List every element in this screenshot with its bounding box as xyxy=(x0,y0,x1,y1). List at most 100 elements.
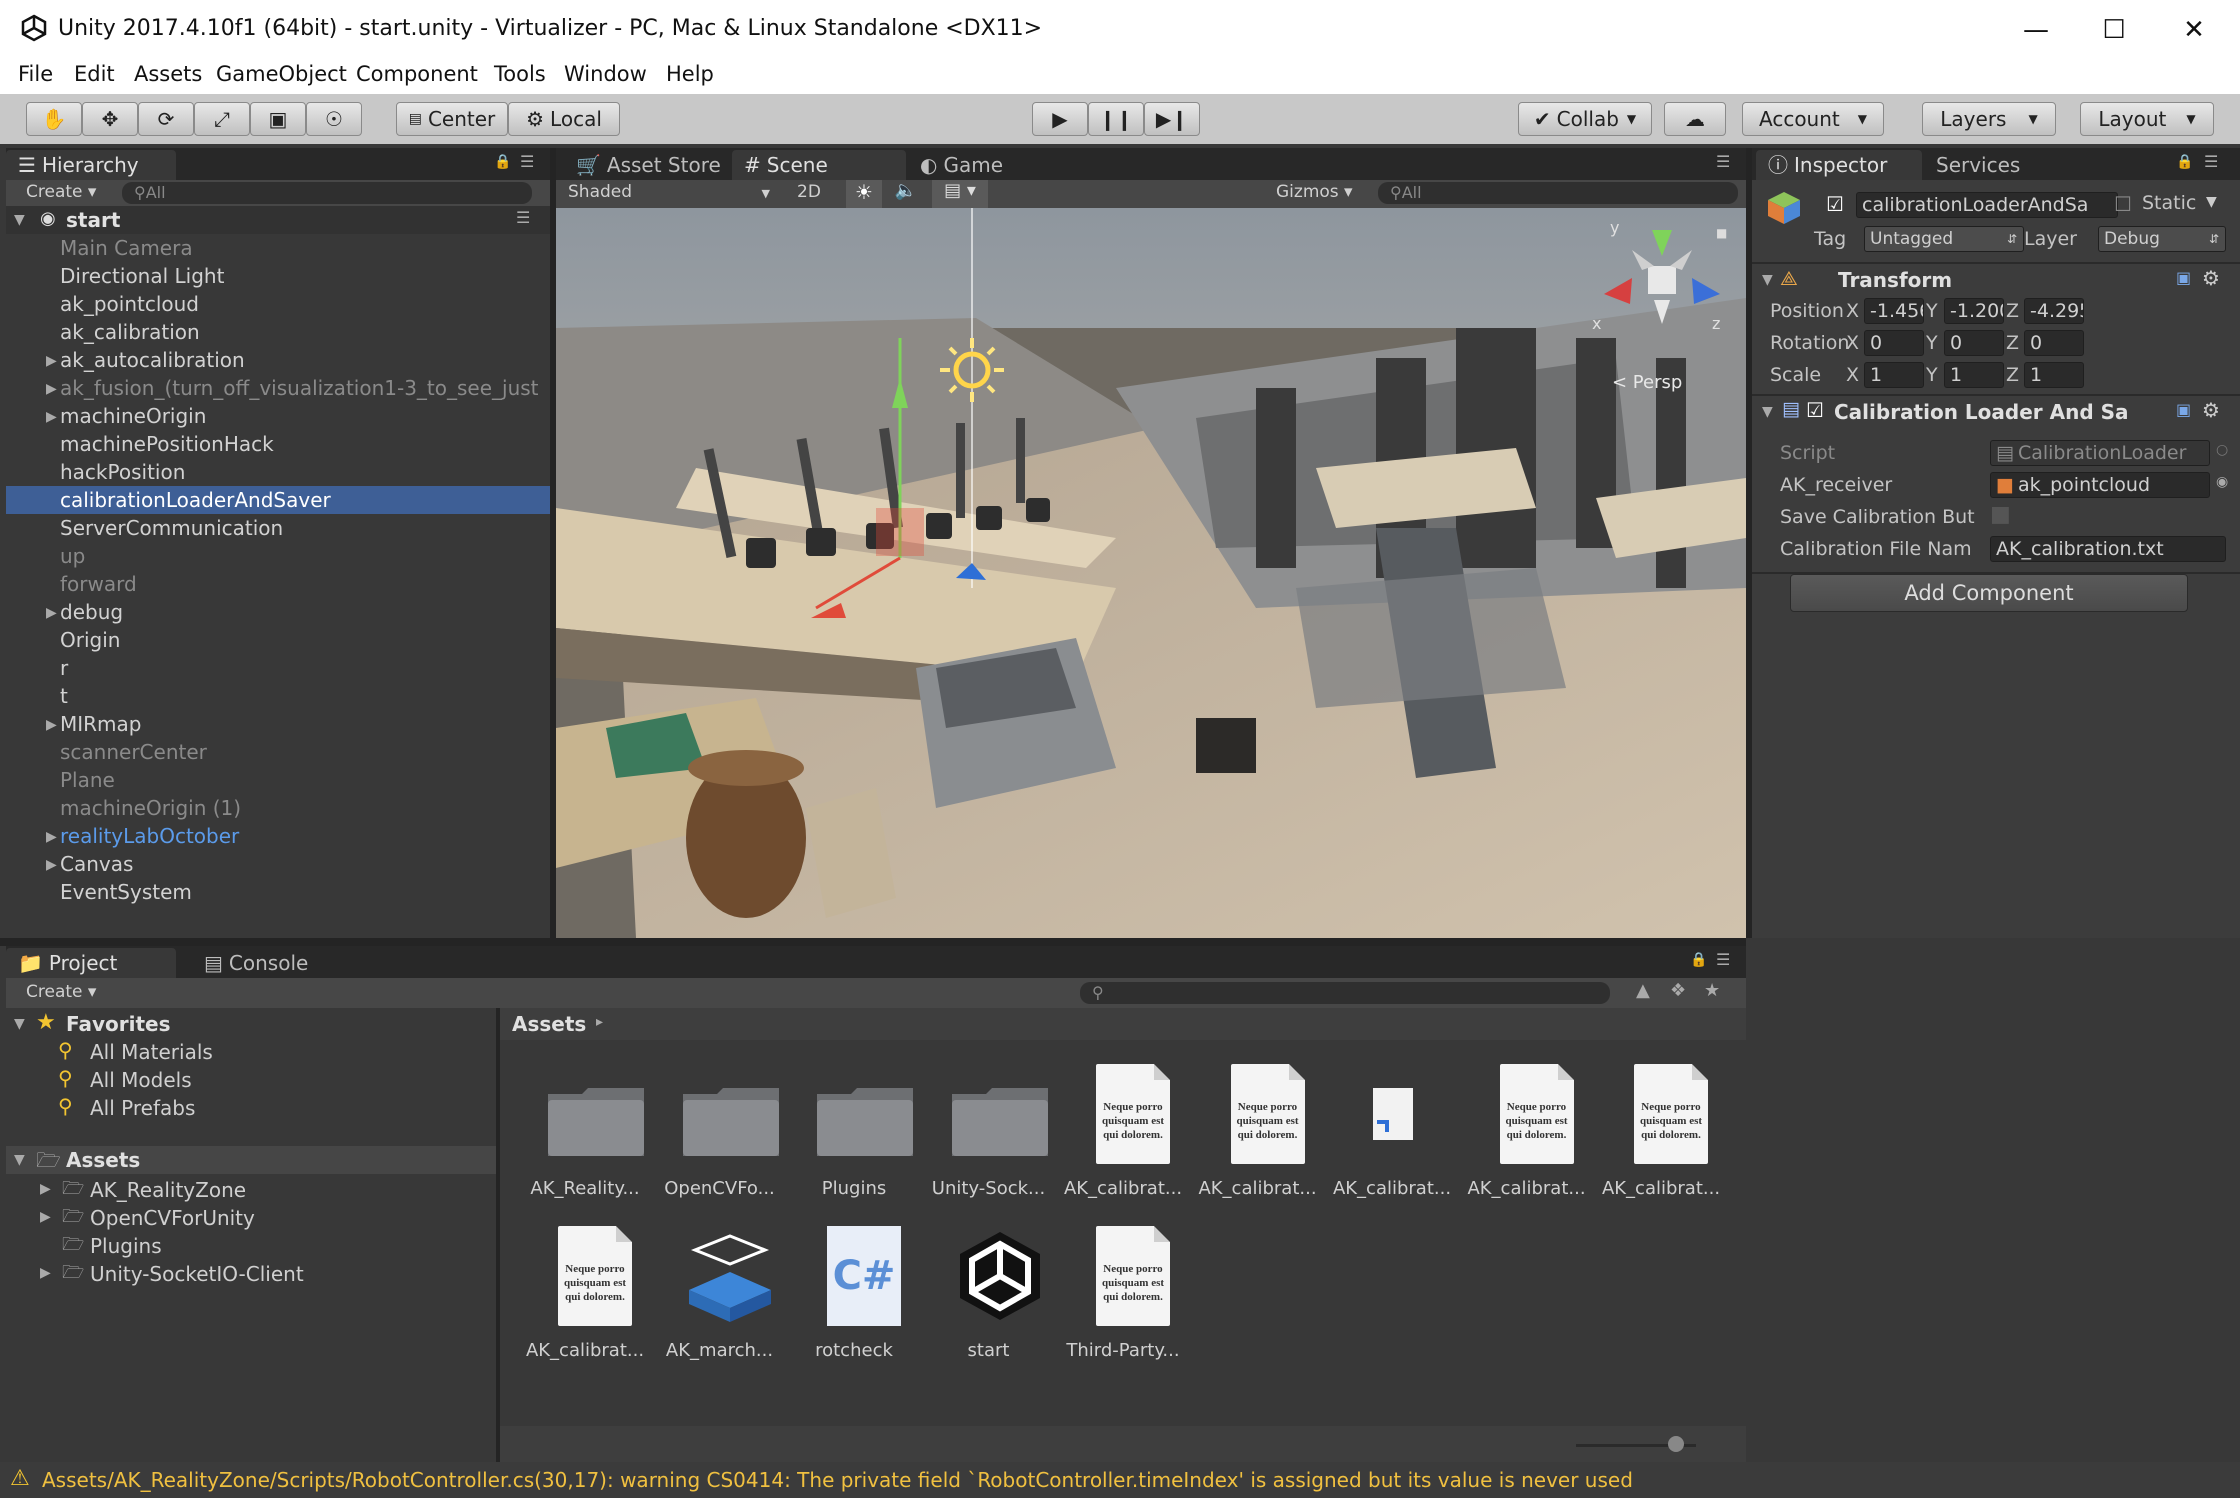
component-header[interactable]: ▼ ▤ ☑ Calibration Loader And Sa ▣ ⚙ xyxy=(1752,396,2240,428)
move-tool-icon[interactable]: ✥ xyxy=(82,102,138,136)
expand-arrow-icon[interactable]: ▶ xyxy=(46,711,57,739)
expand-arrow-icon[interactable]: ▶ xyxy=(46,851,57,879)
expand-arrow-icon[interactable]: ▶ xyxy=(40,1181,51,1197)
panel-menu-icon[interactable]: ☰ xyxy=(520,152,534,171)
2d-toggle[interactable]: 2D xyxy=(784,182,834,206)
transform-tool-icon[interactable]: ☉ xyxy=(306,102,362,136)
hierarchy-item[interactable]: machinePositionHack xyxy=(6,430,554,458)
static-dropdown-icon[interactable]: ▼ xyxy=(2206,194,2217,210)
hierarchy-item[interactable]: ▶ debug xyxy=(6,598,554,626)
filter-type-icon[interactable]: ▲ xyxy=(1636,980,1650,1001)
transform-header[interactable]: ▼ ⟁ Transform ▣ ⚙ xyxy=(1752,264,2240,296)
hierarchy-item[interactable]: ▶ ak_autocalibration xyxy=(6,346,554,374)
panel-menu-icon[interactable]: ☰ xyxy=(2204,152,2218,171)
tab-hierarchy[interactable]: ☰ Hierarchy xyxy=(6,150,176,180)
hand-tool-icon[interactable]: ✋ xyxy=(26,102,82,136)
menu-gameobject[interactable]: GameObject xyxy=(216,62,347,86)
hierarchy-item[interactable]: ▶ machineOrigin xyxy=(6,402,554,430)
hierarchy-item[interactable]: ak_pointcloud xyxy=(6,290,554,318)
component-enabled-checkbox[interactable]: ☑ xyxy=(1806,398,1824,422)
rect-tool-icon[interactable]: ▣ xyxy=(250,102,306,136)
hierarchy-item[interactable]: scannerCenter xyxy=(6,738,554,766)
rotation-z-input[interactable]: 0 xyxy=(2024,330,2084,356)
shading-mode-dropdown[interactable]: Shaded ▼ xyxy=(560,182,778,206)
asset-item[interactable]: Neque porro quisquam est qui dolorem. AK_… xyxy=(520,1226,650,1366)
hierarchy-item[interactable]: up xyxy=(6,542,554,570)
cloud-icon[interactable]: ☁ xyxy=(1664,102,1726,136)
object-name-input[interactable]: calibrationLoaderAndSa xyxy=(1856,192,2118,218)
expand-arrow-icon[interactable]: ▶ xyxy=(40,1265,51,1281)
expand-arrow-icon[interactable]: ▶ xyxy=(46,403,57,431)
tab-project[interactable]: 📁 Project xyxy=(6,948,176,978)
static-checkbox[interactable]: ☐ xyxy=(2114,192,2132,216)
folder-item[interactable]: ▶ 🗁 AK_RealityZone xyxy=(6,1176,496,1204)
project-create-button[interactable]: Create ▾ xyxy=(26,982,96,1002)
expand-arrow-icon[interactable]: ▶ xyxy=(46,823,57,851)
scale-x-input[interactable]: 1 xyxy=(1864,362,1924,388)
hierarchy-item[interactable]: r xyxy=(6,654,554,682)
pause-button[interactable]: ❙❙ xyxy=(1088,102,1144,136)
asset-item[interactable]: Neque porro quisquam est qui dolorem. AK_… xyxy=(1193,1064,1323,1204)
position-x-input[interactable]: -1.4567 xyxy=(1864,298,1924,324)
menu-tools[interactable]: Tools xyxy=(494,62,546,86)
scale-tool-icon[interactable]: ⤢ xyxy=(194,102,250,136)
collab-button[interactable]: ✔ Collab ▼ xyxy=(1518,102,1652,136)
asset-item[interactable]: C# rotcheck xyxy=(789,1226,919,1366)
rotation-y-input[interactable]: 0 xyxy=(1944,330,2004,356)
panel-menu-icon[interactable]: ☰ xyxy=(1716,950,1730,969)
asset-item[interactable]: AK_Reality... xyxy=(520,1064,650,1204)
effects-toggle-icon[interactable]: ▤ ▾ xyxy=(932,180,988,208)
favorite-all-prefabs[interactable]: All Prefabs xyxy=(90,1096,195,1120)
pivot-center-button[interactable]: ▤ Center xyxy=(396,102,508,136)
maximize-icon[interactable]: ☐ xyxy=(2094,10,2134,50)
view-lock-icon[interactable]: ■ xyxy=(1716,226,1727,240)
project-search-input[interactable]: ⚲ xyxy=(1080,982,1610,1004)
receiver-field[interactable]: ■ ak_pointcloud xyxy=(1990,472,2210,498)
gear-icon[interactable]: ⚙ xyxy=(2202,266,2220,290)
layout-dropdown[interactable]: Layout ▼ xyxy=(2080,102,2214,136)
hierarchy-item[interactable]: ▶ ak_fusion_(turn_off_visualization1-3_to… xyxy=(6,374,554,402)
account-dropdown[interactable]: Account ▼ xyxy=(1742,102,1884,136)
hierarchy-scene-row[interactable]: ▼ ◉ start ☰ xyxy=(6,206,550,234)
hierarchy-item[interactable]: ak_calibration xyxy=(6,318,554,346)
perspective-label[interactable]: < Persp xyxy=(1612,372,1682,393)
zoom-slider-handle[interactable] xyxy=(1668,1436,1684,1452)
asset-item[interactable]: Plugins xyxy=(789,1064,919,1204)
menu-help[interactable]: Help xyxy=(666,62,714,86)
menu-component[interactable]: Component xyxy=(356,62,478,86)
rotate-tool-icon[interactable]: ⟳ xyxy=(138,102,194,136)
favorite-star-icon[interactable]: ★ xyxy=(1704,980,1720,1001)
hierarchy-item[interactable]: ServerCommunication xyxy=(6,514,554,542)
favorites-label[interactable]: Favorites xyxy=(66,1012,171,1036)
hierarchy-item[interactable]: calibrationLoaderAndSaver xyxy=(6,486,554,514)
menu-edit[interactable]: Edit xyxy=(74,62,115,86)
tab-asset-store[interactable]: 🛒 Asset Store xyxy=(564,150,730,180)
asset-item[interactable]: Neque porro quisquam est qui dolorem. Thi… xyxy=(1058,1226,1188,1366)
hierarchy-item[interactable]: ▶ MIRmap xyxy=(6,710,554,738)
help-icon[interactable]: ▣ xyxy=(2176,400,2191,419)
folder-item[interactable]: 🗁 Plugins xyxy=(6,1232,496,1260)
scene-search-input[interactable]: ⚲All xyxy=(1378,182,1738,204)
position-y-input[interactable]: -1.2006 xyxy=(1944,298,2004,324)
tab-game[interactable]: ◐ Game xyxy=(908,150,1038,180)
audio-toggle-icon[interactable]: 🔈 xyxy=(888,180,924,208)
asset-item[interactable]: AK_calibrat... xyxy=(1327,1064,1457,1204)
play-button[interactable]: ▶ xyxy=(1032,102,1088,136)
asset-item[interactable]: Unity-Sock... xyxy=(924,1064,1054,1204)
favorite-all-materials[interactable]: All Materials xyxy=(90,1040,213,1064)
lock-icon[interactable]: 🔒 xyxy=(494,154,511,170)
splitter[interactable] xyxy=(0,938,1746,946)
hierarchy-item[interactable]: Main Camera xyxy=(6,234,554,262)
status-bar[interactable]: ⚠ Assets/AK_RealityZone/Scripts/RobotCon… xyxy=(0,1462,2240,1498)
expand-arrow-icon[interactable]: ▶ xyxy=(46,599,57,627)
step-button[interactable]: ▶❙ xyxy=(1144,102,1200,136)
scale-y-input[interactable]: 1 xyxy=(1944,362,2004,388)
asset-item[interactable]: Neque porro quisquam est qui dolorem. AK_… xyxy=(1596,1064,1726,1204)
object-picker-icon[interactable]: ◉ xyxy=(2216,474,2228,490)
scene-menu-icon[interactable]: ☰ xyxy=(516,208,530,227)
tag-dropdown[interactable]: Untagged ⇵ xyxy=(1864,226,2024,252)
active-checkbox[interactable]: ☑ xyxy=(1826,192,1844,216)
scale-z-input[interactable]: 1 xyxy=(2024,362,2084,388)
hierarchy-item[interactable]: EventSystem xyxy=(6,878,554,906)
menu-assets[interactable]: Assets xyxy=(134,62,202,86)
